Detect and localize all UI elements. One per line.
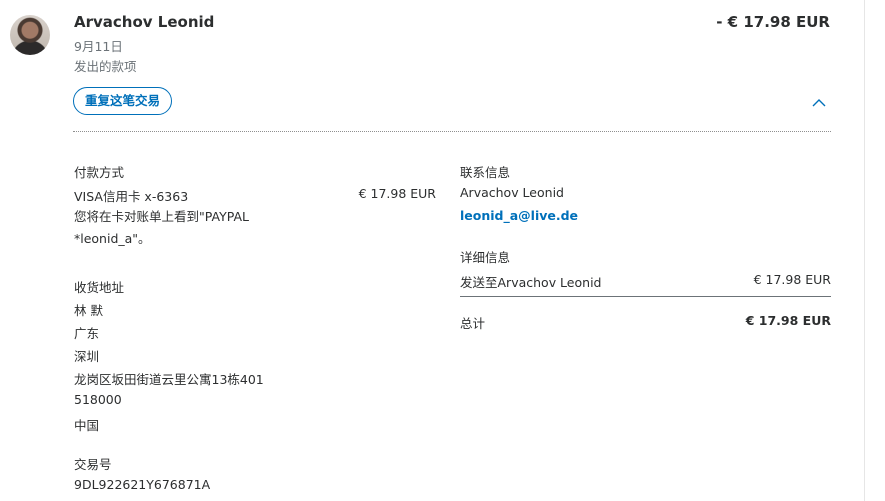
address-line: 中国 (74, 418, 100, 433)
contact-email-link[interactable]: leonid_a@live.de (460, 208, 578, 223)
contact-info-heading: 联系信息 (460, 165, 511, 180)
details-heading: 详细信息 (460, 250, 511, 265)
payment-method-heading: 付款方式 (74, 165, 125, 180)
total-amount: € 17.98 EUR (745, 313, 831, 328)
avatar (10, 15, 50, 55)
transaction-card: Arvachov Leonid 9月11日 发出的款项 - € 17.98 EU… (0, 0, 865, 501)
header-divider (73, 131, 831, 132)
chevron-up-icon[interactable] (812, 98, 826, 108)
transaction-amount: - € 17.98 EUR (716, 13, 830, 31)
statement-note-line2: *leonid_a"。 (74, 231, 151, 246)
statement-note-line1: 您将在卡对账单上看到"PAYPAL (74, 209, 249, 224)
repeat-transaction-button[interactable]: 重复这笔交易 (73, 87, 173, 115)
sent-amount: € 17.98 EUR (753, 272, 831, 287)
transaction-id: 9DL922621Y676871A (74, 477, 211, 492)
total-label: 总计 (460, 316, 486, 331)
transaction-id-heading: 交易号 (74, 457, 112, 472)
counterparty-name: Arvachov Leonid (74, 13, 215, 31)
address-line: 深圳 (74, 349, 100, 364)
payment-method: VISA信用卡 x-6363 (74, 189, 189, 204)
transaction-type: 发出的款项 (74, 59, 137, 74)
details-divider (460, 296, 831, 297)
sent-to-label: 发送至Arvachov Leonid (460, 275, 602, 290)
shipping-address-heading: 收货地址 (74, 280, 125, 295)
address-line: 林 默 (74, 303, 103, 318)
contact-name: Arvachov Leonid (460, 185, 564, 200)
address-line: 广东 (74, 326, 100, 341)
address-line: 518000 (74, 392, 122, 407)
payment-amount: € 17.98 EUR (358, 186, 436, 201)
address-line: 龙岗区坂田街道云里公寓13栋401 (74, 372, 264, 387)
transaction-date: 9月11日 (74, 39, 123, 54)
